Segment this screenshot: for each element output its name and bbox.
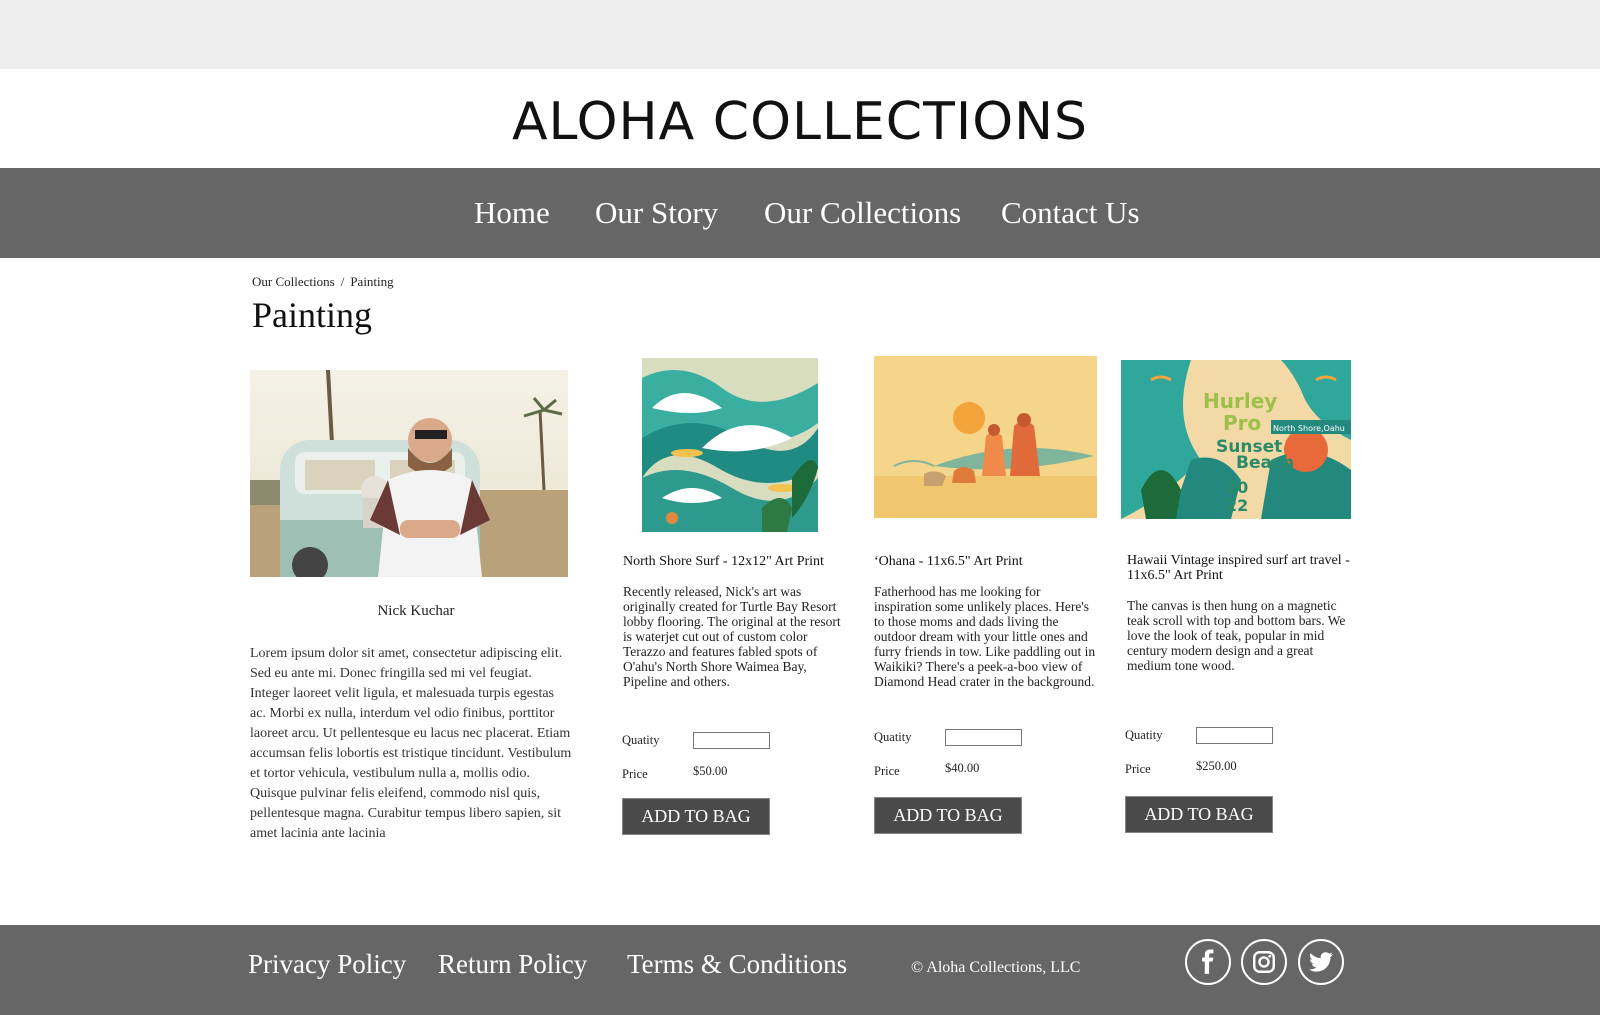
quantity-label: Quatity <box>622 733 660 747</box>
poster-tag: North Shore,Oahu <box>1273 424 1345 433</box>
quantity-input[interactable] <box>945 729 1022 746</box>
facebook-link[interactable] <box>1185 939 1231 985</box>
breadcrumb: Our Collections / Painting <box>252 274 394 290</box>
quantity-input[interactable] <box>1196 727 1273 744</box>
footer-privacy-policy[interactable]: Privacy Policy <box>248 949 406 980</box>
poster-year-top: 20 <box>1226 478 1248 497</box>
site-title: ALOHA COLLECTIONS <box>511 92 1089 152</box>
product-description: Fatherhood has me looking for inspiratio… <box>874 584 1096 689</box>
breadcrumb-separator: / <box>340 274 345 289</box>
product-image-north-shore-surf[interactable] <box>642 358 818 532</box>
price-value: $50.00 <box>693 764 728 778</box>
product-image-hawaii-vintage[interactable]: North Shore,Oahu Hurley Pro Sunset Beach… <box>1121 360 1351 519</box>
quantity-label: Quatity <box>874 730 912 744</box>
quantity-label: Quatity <box>1125 728 1163 742</box>
breadcrumb-parent[interactable]: Our Collections <box>252 274 335 289</box>
product-title: ʻOhana - 11x6.5" Art Print <box>874 554 1023 569</box>
price-label: Price <box>622 767 648 781</box>
nav-home[interactable]: Home <box>474 195 550 231</box>
quantity-input[interactable] <box>693 732 770 749</box>
twitter-icon <box>1309 952 1333 972</box>
product-title: Hawaii Vintage inspired surf art travel … <box>1127 553 1350 583</box>
product-description: Recently released, Nick's art was origin… <box>623 584 841 689</box>
instagram-link[interactable] <box>1241 939 1287 985</box>
add-to-bag-button[interactable]: ADD TO BAG <box>874 797 1022 834</box>
product-title: North Shore Surf - 12x12" Art Print <box>623 554 824 569</box>
poster-word-4: Beach <box>1236 453 1294 473</box>
footer-terms-conditions[interactable]: Terms & Conditions <box>627 949 847 980</box>
top-strip <box>0 0 1600 69</box>
facebook-icon <box>1202 949 1214 974</box>
product-image-ohana[interactable] <box>874 356 1097 518</box>
footer: Privacy Policy Return Policy Terms & Con… <box>0 925 1600 1015</box>
product-description: The canvas is then hung on a magnetic te… <box>1127 598 1346 673</box>
twitter-link[interactable] <box>1298 939 1344 985</box>
price-value: $250.00 <box>1196 759 1237 773</box>
poster-word-2: Pro <box>1223 411 1261 435</box>
breadcrumb-current: Painting <box>350 274 394 289</box>
price-label: Price <box>874 764 900 778</box>
nav-contact-us[interactable]: Contact Us <box>1001 195 1140 231</box>
add-to-bag-button[interactable]: ADD TO BAG <box>622 798 770 835</box>
main-nav: Home Our Story Our Collections Contact U… <box>0 168 1600 258</box>
add-to-bag-button[interactable]: ADD TO BAG <box>1125 796 1273 833</box>
artist-name: Nick Kuchar <box>377 603 455 619</box>
nav-our-story[interactable]: Our Story <box>595 195 718 231</box>
artist-bio: Lorem ipsum dolor sit amet, consectetur … <box>250 646 572 841</box>
poster-word-1: Hurley <box>1203 389 1277 413</box>
instagram-icon <box>1253 951 1275 973</box>
price-value: $40.00 <box>945 761 980 775</box>
nav-our-collections[interactable]: Our Collections <box>764 195 961 231</box>
copyright: © Aloha Collections, LLC <box>911 959 1081 976</box>
poster-year-bottom: 22 <box>1226 496 1248 515</box>
artist-photo <box>250 370 568 577</box>
price-label: Price <box>1125 762 1151 776</box>
footer-return-policy[interactable]: Return Policy <box>438 949 587 980</box>
page-title: Painting <box>252 295 373 335</box>
